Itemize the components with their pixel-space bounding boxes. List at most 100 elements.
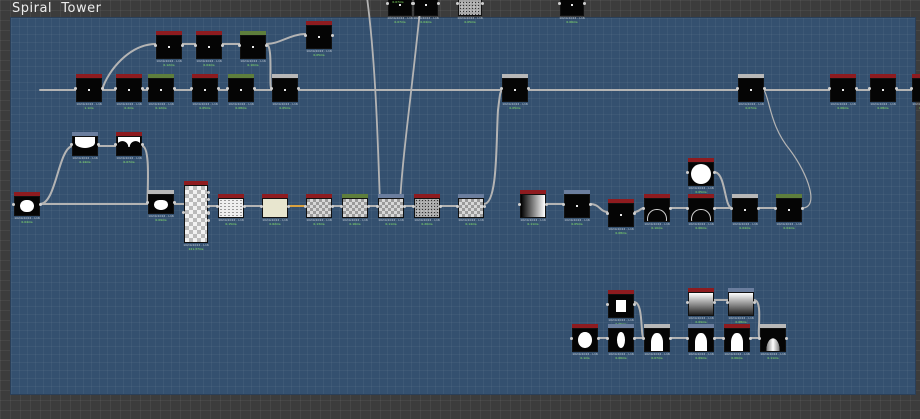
- input-pin[interactable]: [238, 44, 241, 47]
- graph-node-n22[interactable]: 1024x1024 - L16 0.2ms: [114, 74, 144, 110]
- graph-node-n43[interactable]: 1024x1024 - L16 0.08ms: [726, 288, 756, 324]
- graph-node-n27[interactable]: 1024x1024 - L16 0.12ms: [154, 31, 184, 67]
- input-pin[interactable]: [686, 301, 689, 304]
- output-pin[interactable]: [713, 337, 716, 340]
- graph-node-n1[interactable]: 1024x1024 - L16 0.04ms: [12, 192, 42, 224]
- input-pin[interactable]: [736, 87, 739, 90]
- input-pin[interactable]: [216, 205, 219, 208]
- graph-node-n16[interactable]: 1024x1024 - L16 0.10ms: [642, 194, 672, 230]
- graph-node-n5[interactable]: 1024x1024 - L16 221.37ms: [182, 181, 210, 251]
- input-pin[interactable]: [376, 205, 379, 208]
- input-pin[interactable]: [730, 207, 733, 210]
- input-pin[interactable]: [260, 205, 263, 208]
- graph-node-n42[interactable]: 1024x1024 - L16 0.09ms: [686, 288, 716, 324]
- graph-node-n10[interactable]: 1024x1024 - L16 0.11ms: [376, 194, 406, 226]
- input-pin[interactable]: [642, 337, 645, 340]
- graph-node-n7[interactable]: 1024x1024 - L16 0.62ms: [260, 194, 290, 226]
- graph-node-n44[interactable]: 1024x1024 - L16 0.1ms: [570, 324, 600, 360]
- input-pin[interactable]: [570, 337, 573, 340]
- graph-node-n21[interactable]: 1024x1024 - L16 1.1ms: [74, 74, 104, 110]
- graph-node-n14[interactable]: 1024x1024 - L16 0.05ms: [562, 190, 592, 226]
- output-pin[interactable]: [713, 301, 716, 304]
- output-pin[interactable]: [633, 303, 636, 306]
- output-pin[interactable]: [785, 337, 788, 340]
- input-pin[interactable]: [606, 337, 609, 340]
- input-pin[interactable]: [758, 337, 761, 340]
- input-pin[interactable]: [686, 207, 689, 210]
- input-pin[interactable]: [146, 201, 149, 204]
- graph-node-n13[interactable]: 1024x1024 - L16 0.11ms: [518, 190, 548, 226]
- input-pin[interactable]: [456, 2, 459, 5]
- input-pin[interactable]: [154, 44, 157, 47]
- input-pin[interactable]: [194, 44, 197, 47]
- output-pin[interactable]: [669, 207, 672, 210]
- output-pin[interactable]: [801, 207, 804, 210]
- output-pin[interactable]: [141, 87, 144, 90]
- output-pin[interactable]: [253, 87, 256, 90]
- output-pin[interactable]: [101, 87, 104, 90]
- output-pin[interactable]: [749, 337, 752, 340]
- input-pin[interactable]: [910, 87, 913, 90]
- input-pin[interactable]: [226, 87, 229, 90]
- output-pin[interactable]: [437, 2, 440, 5]
- input-pin[interactable]: [642, 207, 645, 210]
- graph-node-n2[interactable]: 1024x1024 - L16 0.14ms: [70, 132, 100, 164]
- graph-node-n46[interactable]: 1024x1024 - L16 0.07ms: [642, 324, 672, 360]
- input-pin[interactable]: [74, 87, 77, 90]
- output-pin-group[interactable]: [207, 191, 210, 226]
- graph-node-n12[interactable]: 1024x1024 - L16 0.14ms: [456, 194, 486, 226]
- graph-node-n26[interactable]: 1024x1024 - L16 0.05ms: [270, 74, 300, 110]
- graph-node-n38[interactable]: 1024x1024 - L16 0.05ms: [456, 0, 484, 24]
- graph-node-n20[interactable]: 1024x1024 - L16 0.05ms: [686, 158, 716, 194]
- input-pin[interactable]: [190, 87, 193, 90]
- output-pin[interactable]: [895, 87, 898, 90]
- output-pin[interactable]: [297, 87, 300, 90]
- input-pin[interactable]: [456, 205, 459, 208]
- output-pin[interactable]: [669, 337, 672, 340]
- graph-node-n45[interactable]: 1024x1024 - L16 0.06ms: [606, 324, 636, 360]
- output-pin[interactable]: [763, 87, 766, 90]
- output-pin[interactable]: [439, 205, 442, 208]
- output-pin[interactable]: [221, 44, 224, 47]
- input-pin[interactable]: [340, 205, 343, 208]
- input-pin[interactable]: [518, 203, 521, 206]
- graph-node-n35[interactable]: 1024x1024 - L160.05ms: [910, 74, 920, 110]
- output-pin[interactable]: [545, 203, 548, 206]
- graph-node-n39[interactable]: 1024x1024 - L16 0.06ms: [558, 0, 586, 24]
- output-pin[interactable]: [713, 171, 716, 174]
- output-pin[interactable]: [757, 207, 760, 210]
- input-pin[interactable]: [828, 87, 831, 90]
- graph-node-n47[interactable]: 1024x1024 - L16 0.09ms: [686, 324, 716, 360]
- output-pin[interactable]: [855, 87, 858, 90]
- graph-node-n49[interactable]: 1024x1024 - L16 0.11ms: [758, 324, 788, 360]
- input-pin[interactable]: [114, 87, 117, 90]
- output-pin[interactable]: [481, 2, 484, 5]
- input-pin[interactable]: [146, 87, 149, 90]
- output-pin[interactable]: [633, 337, 636, 340]
- input-pin[interactable]: [270, 87, 273, 90]
- output-pin[interactable]: [97, 143, 100, 146]
- graph-node-n34[interactable]: 1024x1024 - L16 0.08ms: [868, 74, 898, 110]
- graph-node-n24[interactable]: 1024x1024 - L16 0.05ms: [190, 74, 220, 110]
- graph-node-n28[interactable]: 1024x1024 - L16 0.04ms: [194, 31, 224, 67]
- graph-node-n25[interactable]: 1024x1024 - L16 0.08ms: [226, 74, 256, 110]
- output-pin[interactable]: [331, 34, 334, 37]
- output-pin[interactable]: [583, 2, 586, 5]
- output-pin[interactable]: [633, 212, 636, 215]
- output-pin[interactable]: [403, 205, 406, 208]
- output-pin[interactable]: [483, 205, 486, 208]
- graph-node-n15[interactable]: 1024x1024 - L16 0.08ms: [606, 199, 636, 235]
- graph-node-n48[interactable]: 1024x1024 - L16 0.06ms: [722, 324, 752, 360]
- input-pin[interactable]: [182, 211, 185, 214]
- output-pin[interactable]: [713, 207, 716, 210]
- input-pin[interactable]: [114, 143, 117, 146]
- output-pin[interactable]: [597, 337, 600, 340]
- graph-node-n19[interactable]: 1024x1024 - L16 0.04ms: [774, 194, 804, 230]
- graph-node-n30[interactable]: 1024x1024 - L16 0.05ms: [304, 21, 334, 57]
- input-pin[interactable]: [686, 337, 689, 340]
- graph-node-n17[interactable]: 1024x1024 - L16 0.06ms: [686, 194, 716, 230]
- input-pin[interactable]: [774, 207, 777, 210]
- output-pin[interactable]: [217, 87, 220, 90]
- input-pin[interactable]: [562, 203, 565, 206]
- input-pin[interactable]: [868, 87, 871, 90]
